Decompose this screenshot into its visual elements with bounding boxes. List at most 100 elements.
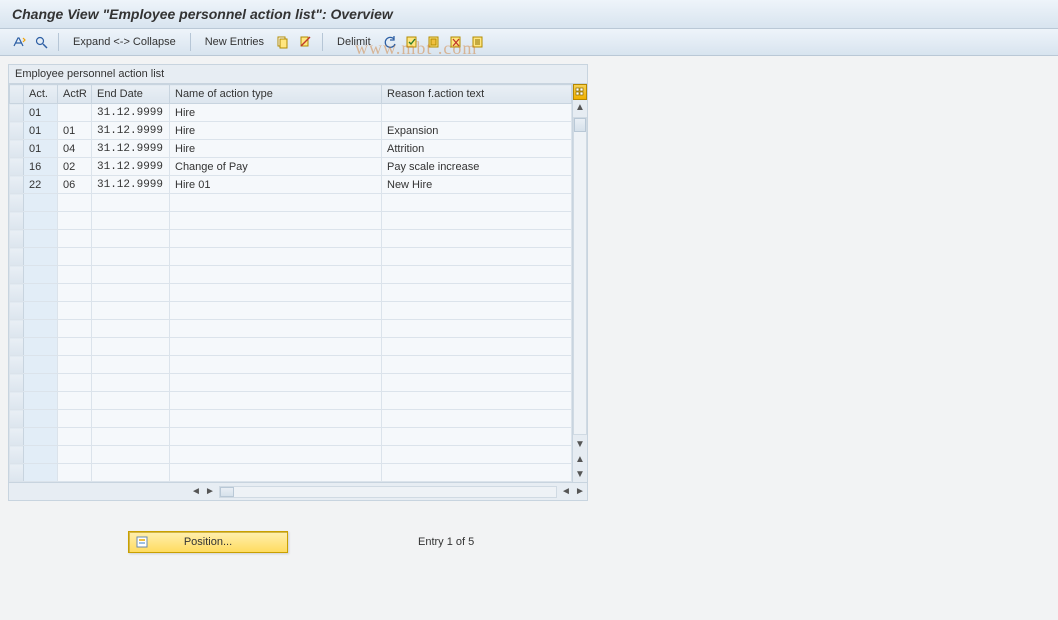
cell-reason[interactable] <box>382 230 572 248</box>
hscroll-left-icon[interactable]: ◄ <box>189 486 203 497</box>
row-selector[interactable] <box>10 338 24 356</box>
cell-reason[interactable] <box>382 248 572 266</box>
table-row[interactable] <box>10 230 572 248</box>
table-row[interactable] <box>10 248 572 266</box>
table-row[interactable] <box>10 446 572 464</box>
cell-reason[interactable] <box>382 356 572 374</box>
col-header-act[interactable]: Act. <box>24 85 58 104</box>
cell-act[interactable]: 01 <box>24 140 58 158</box>
cell-actr[interactable] <box>58 248 92 266</box>
cell-end-date[interactable]: 31.12.9999 <box>92 176 170 194</box>
cell-actr[interactable] <box>58 284 92 302</box>
cell-end-date[interactable] <box>92 356 170 374</box>
cell-end-date[interactable] <box>92 428 170 446</box>
configuration-icon[interactable] <box>469 33 487 51</box>
table-row[interactable]: 010131.12.9999HireExpansion <box>10 122 572 140</box>
col-header-name[interactable]: Name of action type <box>170 85 382 104</box>
cell-act[interactable] <box>24 302 58 320</box>
cell-act[interactable] <box>24 428 58 446</box>
cell-act[interactable] <box>24 338 58 356</box>
cell-reason[interactable] <box>382 374 572 392</box>
cell-name[interactable] <box>170 392 382 410</box>
table-row[interactable] <box>10 338 572 356</box>
row-selector[interactable] <box>10 410 24 428</box>
delimit-button[interactable]: Delimit <box>331 36 377 48</box>
cell-reason[interactable] <box>382 104 572 122</box>
row-selector[interactable] <box>10 428 24 446</box>
cell-actr[interactable] <box>58 320 92 338</box>
cell-actr[interactable] <box>58 464 92 482</box>
col-header-reason[interactable]: Reason f.action text <box>382 85 572 104</box>
row-selector[interactable] <box>10 302 24 320</box>
cell-name[interactable] <box>170 266 382 284</box>
cell-end-date[interactable] <box>92 320 170 338</box>
table-row[interactable] <box>10 194 572 212</box>
cell-act[interactable] <box>24 212 58 230</box>
cell-reason[interactable] <box>382 392 572 410</box>
cell-actr[interactable] <box>58 302 92 320</box>
cell-act[interactable]: 22 <box>24 176 58 194</box>
cell-reason[interactable] <box>382 302 572 320</box>
hscroll-track[interactable] <box>219 486 557 498</box>
table-row[interactable] <box>10 266 572 284</box>
row-selector[interactable] <box>10 158 24 176</box>
cell-end-date[interactable] <box>92 464 170 482</box>
row-selector[interactable] <box>10 140 24 158</box>
cell-end-date[interactable] <box>92 446 170 464</box>
cell-actr[interactable]: 01 <box>58 122 92 140</box>
row-selector[interactable] <box>10 284 24 302</box>
row-selector[interactable] <box>10 248 24 266</box>
row-selector[interactable] <box>10 392 24 410</box>
cell-act[interactable]: 01 <box>24 122 58 140</box>
scroll-thumb[interactable] <box>574 118 586 132</box>
cell-act[interactable] <box>24 410 58 428</box>
cell-actr[interactable] <box>58 392 92 410</box>
cell-reason[interactable] <box>382 464 572 482</box>
cell-name[interactable]: Hire <box>170 122 382 140</box>
cell-end-date[interactable] <box>92 374 170 392</box>
delete-icon[interactable] <box>296 33 314 51</box>
hscroll-thumb[interactable] <box>220 487 234 497</box>
row-selector[interactable] <box>10 122 24 140</box>
cell-name[interactable] <box>170 248 382 266</box>
table-row[interactable] <box>10 392 572 410</box>
cell-reason[interactable] <box>382 428 572 446</box>
cell-actr[interactable] <box>58 230 92 248</box>
cell-name[interactable] <box>170 284 382 302</box>
cell-actr[interactable]: 06 <box>58 176 92 194</box>
cell-end-date[interactable]: 31.12.9999 <box>92 140 170 158</box>
cell-act[interactable] <box>24 266 58 284</box>
find-icon[interactable] <box>32 33 50 51</box>
row-selector[interactable] <box>10 356 24 374</box>
row-selector[interactable] <box>10 104 24 122</box>
cell-reason[interactable] <box>382 284 572 302</box>
cell-name[interactable]: Hire <box>170 104 382 122</box>
scroll-down2-icon[interactable]: ▼ <box>575 467 585 482</box>
table-row[interactable]: 160231.12.9999Change of PayPay scale inc… <box>10 158 572 176</box>
other-view-icon[interactable] <box>10 33 28 51</box>
cell-actr[interactable] <box>58 374 92 392</box>
scroll-up2-icon[interactable]: ▲ <box>575 452 585 467</box>
table-row[interactable] <box>10 356 572 374</box>
cell-actr[interactable] <box>58 356 92 374</box>
table-settings-icon[interactable] <box>573 84 587 100</box>
cell-actr[interactable]: 02 <box>58 158 92 176</box>
table-row[interactable] <box>10 320 572 338</box>
table-row[interactable] <box>10 212 572 230</box>
row-selector[interactable] <box>10 446 24 464</box>
cell-reason[interactable]: Expansion <box>382 122 572 140</box>
horizontal-scrollbar[interactable]: ◄ ► ◄ ► <box>9 482 587 500</box>
table-row[interactable] <box>10 302 572 320</box>
cell-end-date[interactable]: 31.12.9999 <box>92 158 170 176</box>
table-row[interactable] <box>10 374 572 392</box>
cell-name[interactable] <box>170 320 382 338</box>
table-row[interactable]: 220631.12.9999Hire 01New Hire <box>10 176 572 194</box>
cell-reason[interactable] <box>382 410 572 428</box>
scroll-up-icon[interactable]: ▲ <box>575 100 585 115</box>
cell-end-date[interactable]: 31.12.9999 <box>92 104 170 122</box>
cell-actr[interactable] <box>58 194 92 212</box>
cell-actr[interactable] <box>58 446 92 464</box>
cell-name[interactable] <box>170 338 382 356</box>
cell-reason[interactable] <box>382 266 572 284</box>
cell-name[interactable] <box>170 212 382 230</box>
